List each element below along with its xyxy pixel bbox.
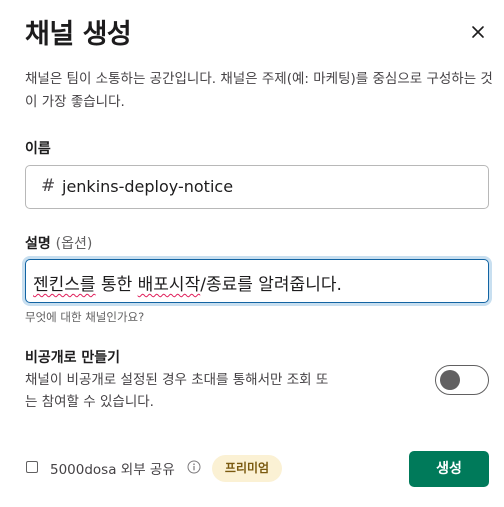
private-toggle[interactable]: [435, 365, 489, 395]
description-value-part4: /종료를 알려줍니다.: [200, 275, 342, 295]
hash-icon: #: [41, 176, 56, 196]
description-input[interactable]: 젠킨스를 통한 배포시작/종료를 알려줍니다.: [25, 259, 489, 303]
dialog-title: 채널 생성: [25, 19, 132, 50]
premium-badge: 프리미엄: [212, 455, 282, 482]
channel-name-input[interactable]: # jenkins-deploy-notice: [25, 165, 489, 209]
description-label-text: 설명: [25, 236, 51, 252]
info-icon[interactable]: [187, 460, 201, 474]
private-title: 비공개로 만들기: [25, 350, 121, 366]
create-channel-dialog: 채널 생성 채널은 팀이 소통하는 공간입니다. 채널은 주제(예: 마케팅)를…: [0, 0, 504, 507]
name-label: 이름: [25, 141, 51, 157]
create-button[interactable]: 생성: [409, 451, 489, 487]
description-value-part2: 통한: [95, 275, 138, 295]
private-description: 채널이 비공개로 설정된 경우 초대를 통해서만 조회 또는 참여할 수 있습니…: [25, 372, 329, 410]
description-optional-tag: (옵션): [55, 236, 93, 252]
toggle-knob: [440, 369, 460, 390]
external-share-checkbox[interactable]: [26, 461, 38, 473]
close-icon: [472, 26, 484, 38]
channel-name-value: jenkins-deploy-notice: [62, 177, 234, 196]
description-value-part1: 젠킨스를: [33, 275, 96, 295]
description-value: 젠킨스를 통한 배포시작/종료를 알려줍니다.: [33, 270, 342, 295]
external-share-label: 5000dosa 외부 공유: [50, 462, 175, 478]
close-button[interactable]: [466, 20, 490, 44]
dialog-intro: 채널은 팀이 소통하는 공간입니다. 채널은 주제(예: 마케팅)를 중심으로 …: [25, 71, 493, 110]
description-hint: 무엇에 대한 채널인가요?: [25, 310, 145, 324]
description-label: 설명 (옵션): [25, 233, 92, 253]
description-value-part3: 배포시작: [137, 275, 201, 295]
